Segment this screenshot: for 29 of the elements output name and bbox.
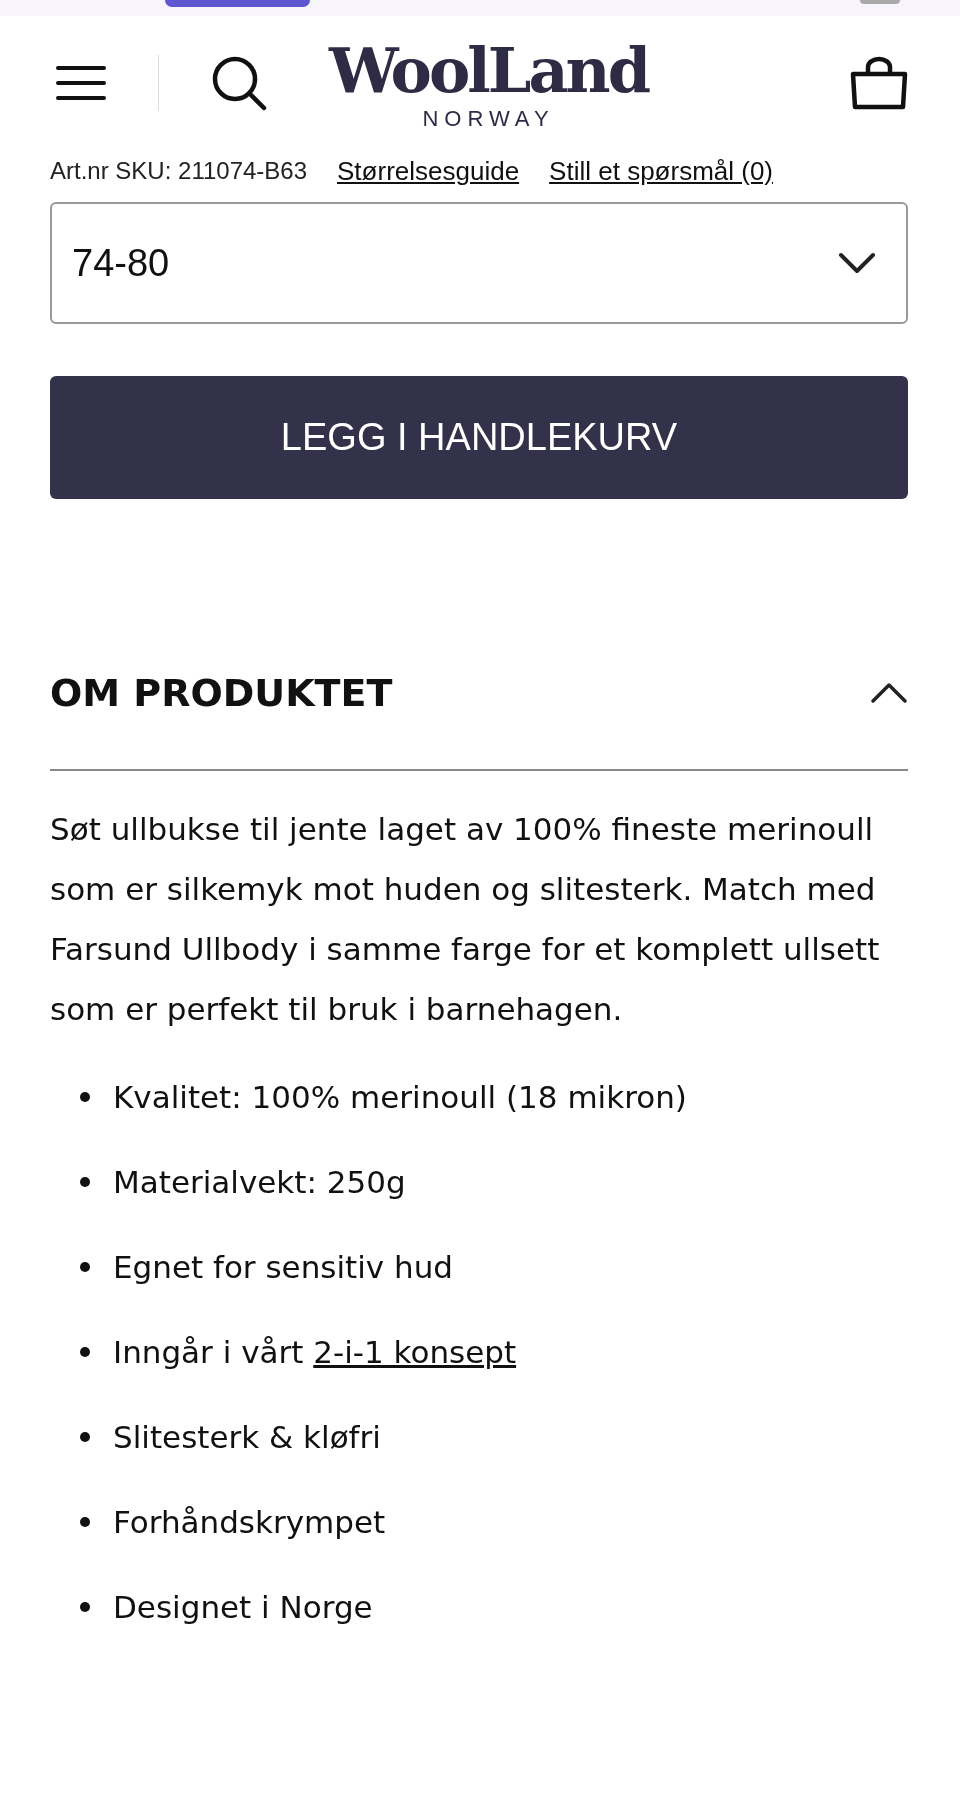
bullet-dot — [80, 1432, 90, 1442]
logo[interactable]: WoolLand — [329, 40, 648, 102]
feature-text: Forhåndskrympet — [113, 1503, 386, 1542]
search-icon[interactable] — [211, 55, 267, 111]
link[interactable]: Størrelsesguide — [337, 155, 520, 187]
bullet-dot — [80, 1177, 90, 1187]
chevron-down-icon — [838, 252, 876, 274]
bullet-dot — [80, 1517, 90, 1527]
bullet-dot — [80, 1347, 90, 1357]
feature-text: Materialvekt: 250g — [113, 1163, 406, 1202]
bullet-dot — [80, 1602, 90, 1612]
feature-text: Inngår i vårt — [113, 1333, 305, 1372]
size-select[interactable]: 74-80 — [50, 202, 908, 324]
link[interactable]: Still et spørsmål (0) — [549, 155, 774, 187]
feature-text: Slitesterk & kløfri — [113, 1418, 381, 1457]
bullet-dot — [80, 1262, 90, 1272]
bullet-dot — [80, 1092, 90, 1102]
status-indicator — [860, 0, 900, 4]
sku-text: Art.nr SKU: 211074-B63 — [50, 157, 308, 185]
feature-text: Designet i Norge — [113, 1588, 373, 1627]
feature-text: Kvalitet: 100% merinoull (18 mikron) — [113, 1078, 687, 1117]
shopping-bag-icon[interactable] — [850, 56, 908, 110]
product-description: Søt ullbukse til jente laget av 100% fineste merinoull som er silkemyk mot huden og slitesterk. Match med Farsund Ullbody i samme farge for et komplett ullsett som er perfekt til bruk i barnehagen. — [50, 810, 881, 1029]
feature-text: Egnet for sensitiv hud — [113, 1248, 454, 1287]
menu-icon[interactable] — [56, 65, 106, 101]
add-to-cart-button[interactable]: LEGG I HANDLEKURV — [50, 376, 908, 499]
accordion-header[interactable]: OM PRODUKTET — [50, 659, 908, 771]
link[interactable]: 2-i-1 konsept — [313, 1332, 517, 1372]
logo-subtitle: NORWAY — [422, 106, 555, 132]
